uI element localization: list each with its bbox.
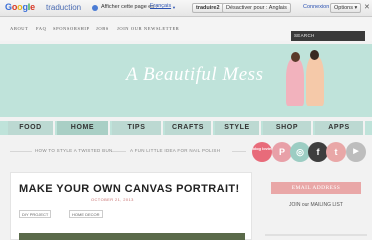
twitter-icon[interactable]: t: [326, 142, 346, 162]
translate-bar: Google traduction Afficher cette page en…: [0, 0, 372, 17]
post-date: OCTOBER 21, 2013: [91, 197, 134, 202]
figure-left: [286, 58, 304, 106]
nav-sponsorship[interactable]: SPONSORSHIP: [53, 26, 90, 31]
search-input[interactable]: SEARCH: [291, 31, 365, 41]
connexion-link[interactable]: Connexion: [303, 4, 329, 10]
disable-translation-button[interactable]: Désactiver pour : Anglais: [222, 3, 291, 13]
category-home[interactable]: HOME: [57, 121, 110, 135]
header-banner[interactable]: A Beautiful Mess: [0, 44, 372, 117]
divider: [232, 151, 246, 152]
figure-right: [306, 56, 324, 106]
category-nav: FOOD HOME TIPS CRAFTS STYLE SHOP APPS: [0, 121, 372, 135]
site-logo[interactable]: A Beautiful Mess: [126, 64, 263, 86]
translate-button[interactable]: traduire2: [192, 3, 224, 13]
next-post-link[interactable]: A FUN LITTLE IDEA FOR NAIL POLISH: [130, 148, 220, 153]
category-crafts[interactable]: CRAFTS: [165, 121, 213, 135]
post-navigation: HOW TO STYLE A TWISTED BUN A FUN LITTLE …: [0, 144, 252, 158]
sidebar: EMAIL ADDRESS JOIN our MAILING LIST: [265, 172, 367, 240]
language-select[interactable]: Français: [150, 3, 171, 9]
divider: [10, 151, 32, 152]
divider: [265, 234, 367, 236]
previous-post-link[interactable]: HOW TO STYLE A TWISTED BUN: [35, 148, 113, 153]
category-shop[interactable]: SHOP: [263, 121, 313, 135]
nav-jobs[interactable]: JOBS: [96, 26, 109, 31]
info-icon: [92, 5, 98, 11]
category-tips[interactable]: TIPS: [112, 121, 163, 135]
post-image: [19, 233, 245, 240]
pinterest-icon[interactable]: P: [272, 142, 292, 162]
figure-left-head: [291, 52, 300, 62]
translate-prompt: Afficher cette page en :: [101, 4, 158, 10]
post-title[interactable]: MAKE YOUR OWN CANVAS PORTRAIT!: [19, 183, 240, 195]
tag-diy-project[interactable]: DIY PROJECT: [19, 210, 52, 218]
category-food[interactable]: FOOD: [8, 121, 55, 135]
youtube-icon[interactable]: ▶: [346, 142, 366, 162]
chevron-down-icon[interactable]: ▼: [172, 5, 176, 10]
nav-faq[interactable]: FAQ: [36, 26, 46, 31]
nav-newsletter[interactable]: JOIN OUR NEWSLETTER: [117, 26, 179, 31]
options-button[interactable]: Options ▾: [330, 3, 362, 13]
category-apps[interactable]: APPS: [315, 121, 365, 135]
instagram-icon[interactable]: ◎: [290, 142, 310, 162]
facebook-icon[interactable]: f: [308, 142, 328, 162]
bloglovin-icon[interactable]: blog lovin: [252, 142, 272, 162]
nav-about[interactable]: ABOUT: [10, 26, 29, 31]
mailing-list-label: JOIN our MAILING LIST: [289, 202, 343, 208]
figure-right-head: [310, 50, 319, 60]
divider: [112, 151, 126, 152]
blog-post: MAKE YOUR OWN CANVAS PORTRAIT! OCTOBER 2…: [10, 172, 252, 240]
translate-brand: traduction: [46, 3, 82, 12]
google-logo: Google: [5, 2, 35, 12]
email-field[interactable]: EMAIL ADDRESS: [271, 182, 361, 194]
tag-home-decor[interactable]: HOME DECOR: [69, 210, 103, 218]
close-icon[interactable]: ✕: [364, 3, 370, 11]
category-style[interactable]: STYLE: [215, 121, 261, 135]
search-label: SEARCH: [294, 33, 315, 38]
